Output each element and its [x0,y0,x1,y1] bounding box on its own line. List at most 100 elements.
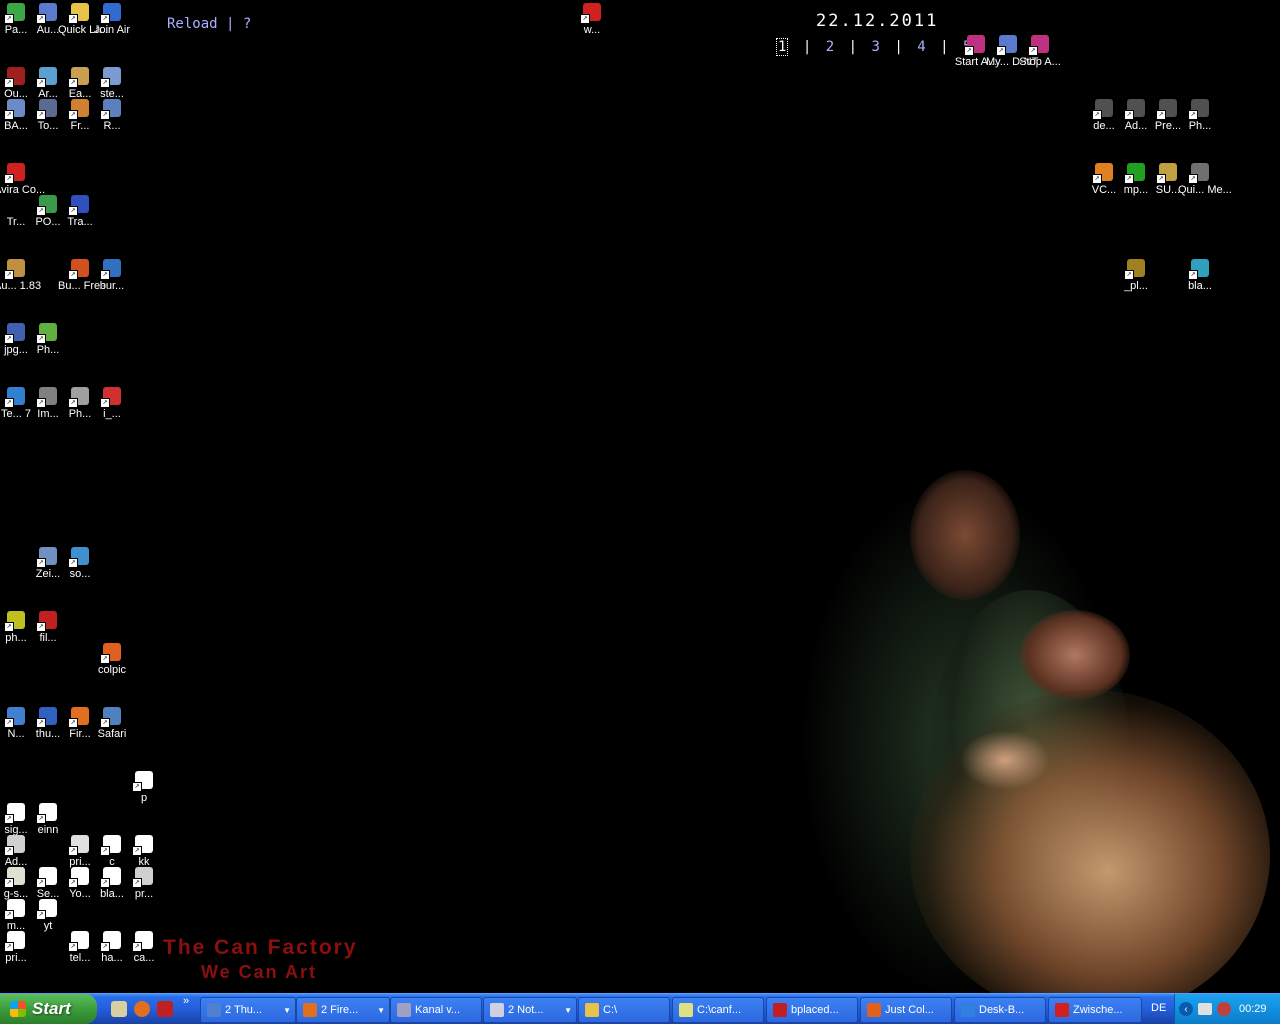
start-button[interactable]: Start [0,994,97,1024]
desktop-icon[interactable]: ↗ Tra... [64,195,96,229]
desktop-icon[interactable]: ↗ Join Air [94,3,130,37]
shortcut-arrow-icon: ↗ [132,942,142,952]
desktop-icon-label: Tra... [67,216,93,228]
filezilla-icon: ↗ [36,611,57,632]
shortcut-arrow-icon: ↗ [100,654,110,664]
taskbar-button-label: Desk-B... [979,1004,1025,1016]
app-icon: ↗ [36,387,57,408]
desktop-icon[interactable]: ↗ kk [128,835,160,869]
clock[interactable]: 00:29 [1239,1003,1267,1015]
desktop-icon-label: ca... [133,952,155,964]
desktop-separator: | [802,39,812,55]
desktop-3-button[interactable]: 3 [872,39,880,55]
desktop-icon-label: colpic [97,664,127,676]
shortcut-arrow-icon: ↗ [1188,110,1198,120]
shortcut-arrow-icon: ↗ [1092,110,1102,120]
desktop-icon[interactable]: ↗ i_... [96,387,128,421]
desktop-icon[interactable]: ↗Avira Co... [0,163,45,197]
desktop-icon[interactable]: ↗ yt [32,899,64,933]
filezilla-icon[interactable] [157,1001,173,1017]
desktop-icon-label: R... [103,120,121,132]
desktop-icon[interactable]: ↗Au... 1.83 [0,259,41,293]
desktop-icon-label: p [140,792,148,804]
mail-tray-icon[interactable] [1198,1003,1212,1015]
desktop-icon[interactable]: ↗ Ph... [1184,99,1216,133]
desktop-icon[interactable]: ↗ colpic [96,643,128,677]
desktop-icon[interactable]: ↗ bla... [1184,259,1216,293]
shortcut-arrow-icon: ↗ [68,718,78,728]
language-indicator[interactable]: DE [1151,1002,1166,1014]
firefox-icon[interactable] [134,1001,150,1017]
desktop-icon[interactable]: ↗ so... [64,547,96,581]
shortcut-arrow-icon: ↗ [68,558,78,568]
desktop-icon-label: Stop A... [1019,56,1061,68]
taskbar-button[interactable]: 2 Not... ▼ [483,997,577,1023]
tray-expand-icon[interactable]: ‹ [1179,1002,1193,1016]
taskbar-app-icon [207,1003,221,1017]
desktop-1-button[interactable]: 1 [776,38,789,56]
shortcut-arrow-icon: ↗ [4,334,14,344]
desktop-icon[interactable]: ↗ Ph... [32,323,64,357]
app-icon: ↗ [68,195,89,216]
shortcut-arrow-icon: ↗ [36,206,46,216]
desktop-icon[interactable]: ↗ fil... [32,611,64,645]
taskbar: Start » 2 Thu... ▼ 2 Fire... ▼ Kanal v... 2 N… [0,993,1280,1024]
shortcut-arrow-icon: ↗ [1124,174,1134,184]
brand-slogan: We Can Art [201,962,318,982]
shortcut-arrow-icon: ↗ [4,398,14,408]
taskbar-button[interactable]: Desk-B... [954,997,1046,1023]
shortcut-arrow-icon: ↗ [100,270,110,280]
taskbar-button[interactable]: C:\canf... [672,997,764,1023]
desktop-icon[interactable]: ↗ ste... [96,67,128,101]
app-icon: ↗ [68,67,89,88]
desktop-icon-label: fil... [39,632,57,644]
quicklaunch-chevron[interactable]: » [183,995,189,1007]
desktop-2-button[interactable]: 2 [826,39,834,55]
desktop-icon-label: bla... [1188,280,1212,292]
taskbar-button[interactable]: bplaced... [766,997,858,1023]
desktop-icon[interactable]: ↗ w... [576,3,608,37]
app-icon: ↗ [36,99,57,120]
app-icon: ↗ [68,99,89,120]
taskbar-button[interactable]: Zwische... [1048,997,1142,1023]
desktop-icon[interactable]: ↗ Stop A... [1019,35,1061,69]
desktop-icon[interactable]: ↗ pr... [128,867,160,901]
desktop-icon[interactable]: ↗ bur... [96,259,128,293]
desktop-icon[interactable]: ↗ R... [96,99,128,133]
desktop-icon[interactable]: ↗ ca... [128,931,160,965]
app-icon: ↗ [1188,163,1209,184]
desktop-icon[interactable]: ↗ Safari [96,707,128,741]
help-link[interactable]: ? [243,16,251,32]
taskbar-button[interactable]: C:\ [578,997,670,1023]
desktop-icon[interactable]: ↗ _pl... [1120,259,1152,293]
shortcut-arrow-icon: ↗ [4,110,14,120]
app-icon: ↗ [1124,99,1145,120]
desktop-icon[interactable]: ↗ Ad... [0,835,32,869]
shortcut-arrow-icon: ↗ [4,718,14,728]
desktop-icon[interactable]: ↗ pri... [0,931,32,965]
desktop-icon[interactable]: ↗ einn [32,803,64,837]
desktop-icon-label: bur... [99,280,125,292]
desktop-icon[interactable]: ↗ Qui... Me... [1178,163,1232,197]
file-icon: ↗ [36,899,57,920]
shortcut-arrow-icon: ↗ [4,878,14,888]
taskbar-button[interactable]: Kanal v... [390,997,482,1023]
desktop-icon[interactable]: ↗ p [128,771,160,805]
antivirus-tray-icon[interactable] [1217,1002,1231,1016]
firefox-icon: ↗ [68,707,89,728]
taskbar-button[interactable]: 2 Fire... ▼ [296,997,390,1023]
taskbar-button-label: 2 Thu... [225,1004,263,1016]
taskbar-button-label: Kanal v... [415,1004,461,1016]
app-icon: ↗ [4,259,25,280]
reload-link[interactable]: Reload [167,16,218,32]
app-icon: ↗ [68,259,89,280]
shortcut-arrow-icon: ↗ [100,14,110,24]
taskbar-app-icon [679,1003,693,1017]
taskbar-button[interactable]: Just Col... [860,997,952,1023]
app-icon: ↗ [36,323,57,344]
show-desktop-icon[interactable] [111,1001,127,1017]
brand-title: The Can Factory [163,936,358,959]
system-tray: ‹ 00:29 [1174,994,1280,1024]
taskbar-button[interactable]: 2 Thu... ▼ [200,997,296,1023]
desktop-4-button[interactable]: 4 [917,39,925,55]
